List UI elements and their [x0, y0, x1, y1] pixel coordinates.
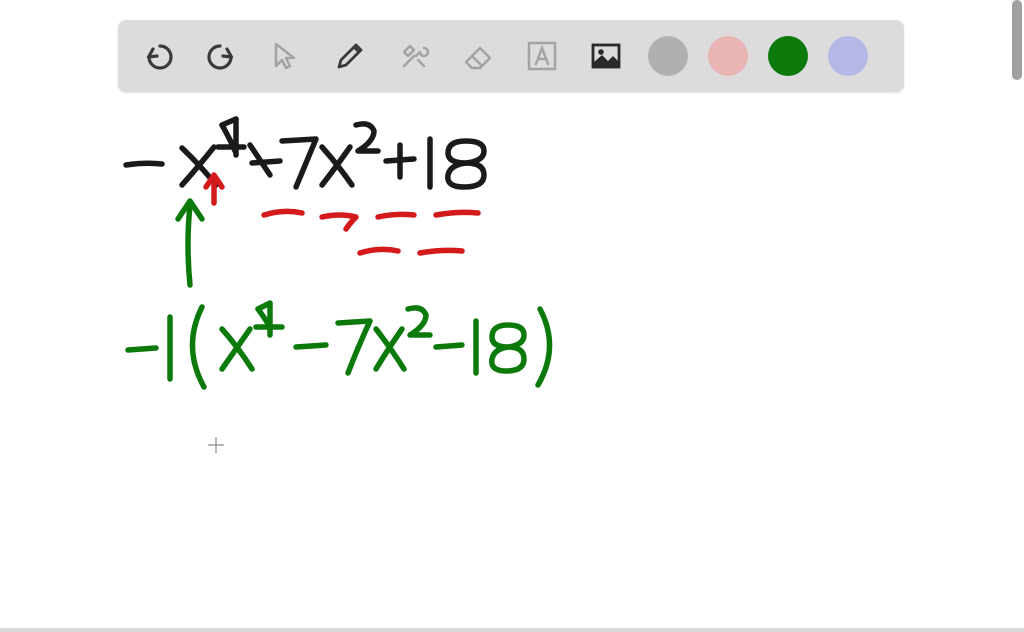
- cursor-icon: [268, 38, 304, 74]
- pencil-icon: [332, 38, 368, 74]
- vertical-scrollbar[interactable]: [1012, 0, 1022, 80]
- red-arrow: [206, 175, 222, 203]
- expression-line-1: [126, 119, 484, 187]
- color-pink[interactable]: [708, 36, 748, 76]
- pencil-button[interactable]: [328, 34, 372, 78]
- image-button[interactable]: [584, 34, 628, 78]
- text-icon: [524, 38, 560, 74]
- drawing-canvas[interactable]: [0, 95, 1012, 625]
- bottom-divider: [0, 628, 1024, 632]
- color-grey[interactable]: [648, 36, 688, 76]
- text-button[interactable]: [520, 34, 564, 78]
- redo-button[interactable]: [200, 34, 244, 78]
- select-button[interactable]: [264, 34, 308, 78]
- tools-button[interactable]: [392, 34, 436, 78]
- redo-icon: [204, 38, 240, 74]
- image-icon: [588, 38, 624, 74]
- green-arrow: [178, 201, 202, 285]
- undo-button[interactable]: [136, 34, 180, 78]
- toolbar: [118, 20, 904, 92]
- cursor-indicator: [208, 437, 224, 453]
- red-dashes-row2: [360, 249, 462, 253]
- red-dashes-row1: [264, 211, 478, 229]
- color-lavender[interactable]: [828, 36, 868, 76]
- eraser-icon: [460, 38, 496, 74]
- expression-line-2: [128, 303, 550, 387]
- tools-icon: [396, 38, 432, 74]
- eraser-button[interactable]: [456, 34, 500, 78]
- color-green[interactable]: [768, 36, 808, 76]
- undo-icon: [140, 38, 176, 74]
